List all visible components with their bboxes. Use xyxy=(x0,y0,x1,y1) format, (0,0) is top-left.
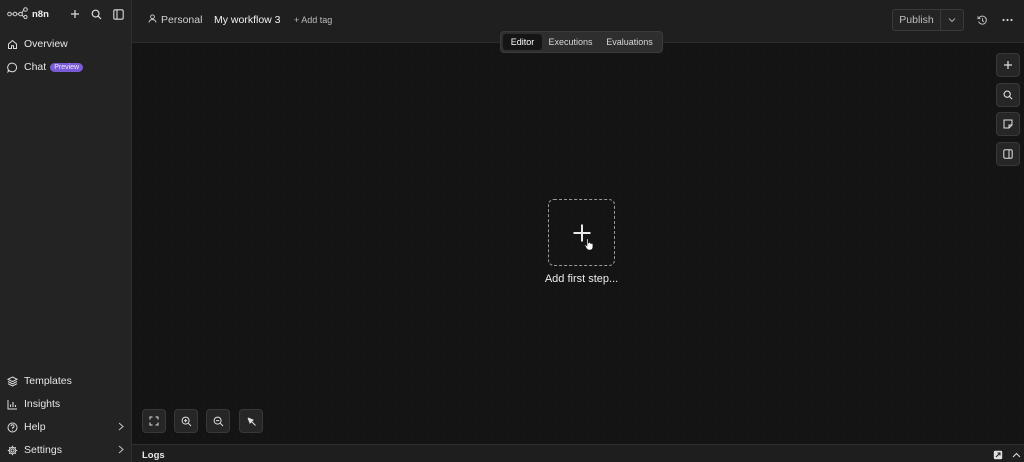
sidebar-toggle-icon xyxy=(112,8,124,20)
templates-icon xyxy=(7,375,18,387)
more-horizontal-icon xyxy=(1001,18,1013,22)
workflow-canvas[interactable]: Add first step... xyxy=(132,43,1024,444)
fullscreen-icon xyxy=(149,416,159,426)
zoom-in-icon xyxy=(181,416,191,426)
tab-evaluations[interactable]: Evaluations xyxy=(599,34,660,50)
tidy-up-button[interactable] xyxy=(239,409,263,433)
breadcrumb-project[interactable]: Personal xyxy=(148,14,202,26)
publish-button[interactable]: Publish xyxy=(893,10,941,30)
tab-editor[interactable]: Editor xyxy=(503,34,542,50)
sidebar-item-templates[interactable]: Templates xyxy=(0,371,132,391)
view-tabs: Editor Executions Evaluations xyxy=(500,31,663,53)
fit-view-button[interactable] xyxy=(142,409,166,433)
chevron-right-icon xyxy=(118,445,124,457)
user-icon xyxy=(148,14,157,26)
search-icon xyxy=(91,9,101,19)
home-icon xyxy=(7,39,18,50)
chat-icon xyxy=(7,62,18,73)
zoom-out-icon xyxy=(213,416,223,426)
chevron-right-icon xyxy=(118,422,124,434)
more-options-button[interactable] xyxy=(1000,13,1014,27)
sidebar: n8n Overview Chat Preview Templates Insi… xyxy=(0,0,132,462)
sidebar-item-insights[interactable]: Insights xyxy=(0,394,132,414)
insights-icon xyxy=(7,399,18,410)
search-button[interactable] xyxy=(88,6,104,22)
add-tag-button[interactable]: + Add tag xyxy=(294,15,332,25)
n8n-logo-icon xyxy=(7,7,28,22)
popout-logs-button[interactable] xyxy=(992,449,1003,460)
search-icon xyxy=(1003,90,1013,100)
sidebar-item-chat[interactable]: Chat Preview xyxy=(0,57,132,77)
pointer-cursor-icon xyxy=(584,238,594,251)
zoom-in-button[interactable] xyxy=(174,409,198,433)
sidebar-item-label: Insights xyxy=(24,398,61,410)
toggle-panel-button[interactable] xyxy=(996,142,1020,166)
chevron-down-icon xyxy=(948,18,956,23)
sidebar-item-label: Settings xyxy=(24,444,62,456)
sidebar-item-label: Chat xyxy=(24,61,47,73)
create-button[interactable] xyxy=(67,6,83,22)
add-node-button[interactable] xyxy=(996,53,1020,77)
chevron-up-icon xyxy=(1012,452,1021,457)
zoom-out-button[interactable] xyxy=(206,409,230,433)
history-button[interactable] xyxy=(975,13,989,27)
logo[interactable]: n8n xyxy=(7,7,49,22)
collapse-sidebar-button[interactable] xyxy=(110,6,126,22)
publish-options-button[interactable] xyxy=(941,10,963,30)
plus-icon xyxy=(71,10,79,18)
plus-icon xyxy=(1004,61,1012,69)
sidebar-item-label: Overview xyxy=(24,38,68,50)
publish-button-group: Publish xyxy=(892,9,964,31)
sticky-note-button[interactable] xyxy=(996,112,1020,136)
sidebar-item-label: Help xyxy=(24,421,46,433)
sticky-note-icon xyxy=(1003,119,1013,129)
popout-icon xyxy=(993,450,1002,459)
preview-badge: Preview xyxy=(50,62,84,72)
settings-icon xyxy=(7,445,18,456)
sidebar-item-help[interactable]: Help xyxy=(0,417,132,437)
project-name: Personal xyxy=(161,14,203,26)
workflow-name[interactable]: My workflow 3 xyxy=(214,14,281,26)
sidebar-item-settings[interactable]: Settings xyxy=(0,440,132,460)
sidebar-item-label: Templates xyxy=(24,375,72,387)
logs-panel-bar[interactable]: Logs xyxy=(132,444,1024,462)
logo-text: n8n xyxy=(32,9,49,20)
history-icon xyxy=(977,15,987,25)
add-first-step-button[interactable] xyxy=(548,199,615,266)
magic-wand-icon xyxy=(247,417,256,426)
expand-logs-button[interactable] xyxy=(1011,449,1022,460)
help-icon xyxy=(7,422,18,433)
search-nodes-button[interactable] xyxy=(996,83,1020,107)
panel-right-icon xyxy=(1003,149,1013,159)
add-first-step-label: Add first step... xyxy=(544,273,619,285)
sidebar-header: n8n xyxy=(0,0,132,28)
logs-label: Logs xyxy=(142,450,165,461)
tab-executions[interactable]: Executions xyxy=(542,34,599,50)
sidebar-item-overview[interactable]: Overview xyxy=(0,34,132,54)
